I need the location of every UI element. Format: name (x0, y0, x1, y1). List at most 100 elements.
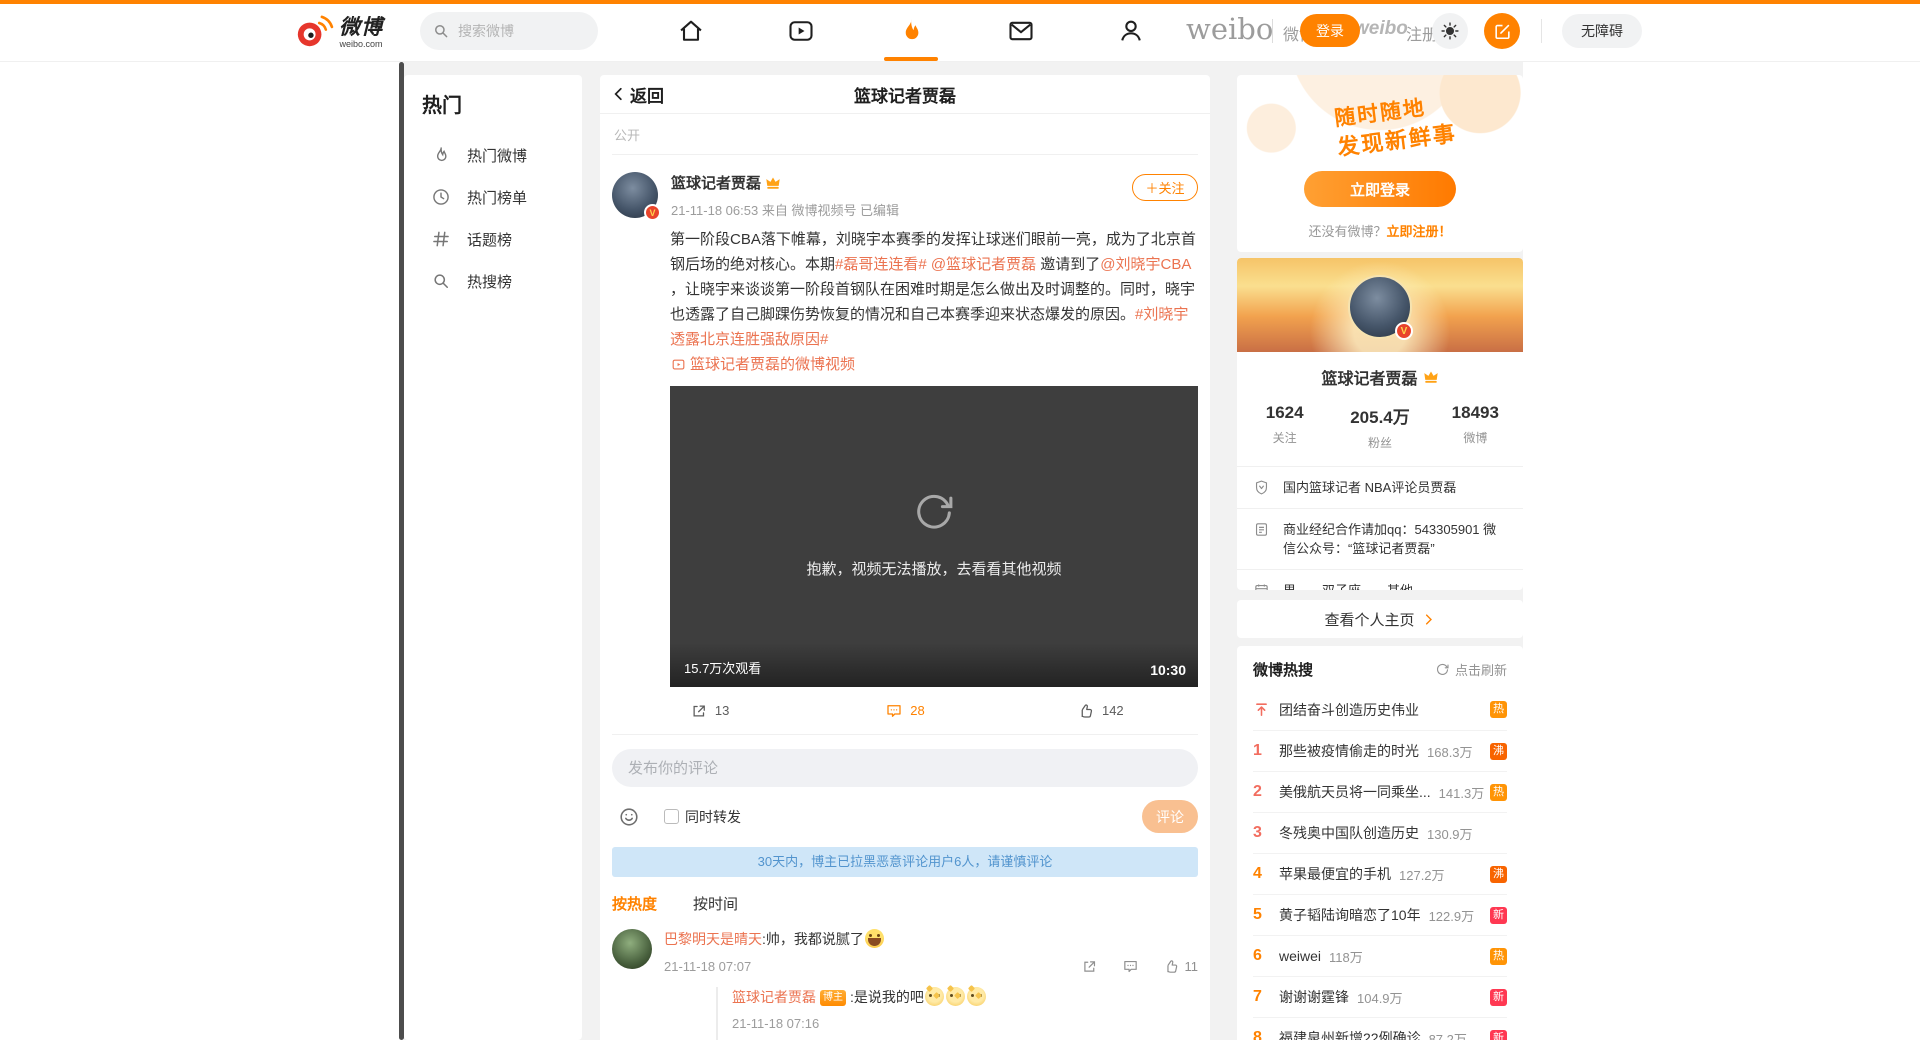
comment-icon[interactable] (1122, 958, 1139, 975)
theme-toggle[interactable] (1432, 13, 1468, 49)
hot-search-item-8[interactable]: 8福建泉州新增22例确诊87.2万新 (1253, 1017, 1507, 1040)
verified-badge-icon: V (644, 204, 661, 221)
video-link[interactable]: 篮球记者贾磊的微博视频 (670, 352, 855, 377)
verified-description: 国内篮球记者 NBA评论员贾磊 (1283, 478, 1456, 497)
hot-search-item-3[interactable]: 3冬残奥中国队创造历史 130.9万 (1253, 812, 1507, 853)
sidebar-item-2[interactable]: 热门榜单 (422, 176, 582, 218)
op-badge: 博主 (820, 990, 846, 1006)
bio-row: 商业经纪合作请加qq：543305901 微信公众号：“篮球记者贾磊” (1237, 509, 1523, 570)
post-header: V 篮球记者贾磊 21-11-18 06:53 来自 微博视频号 已编辑 ＋关注 (612, 172, 1198, 219)
repost-checkbox[interactable] (664, 809, 679, 824)
comment-like-button[interactable]: 11 (1163, 958, 1199, 975)
post-meta: 21-11-18 06:53 来自 微博视频号 已编辑 (671, 200, 1132, 219)
video-icon[interactable] (787, 17, 815, 45)
stat-posts[interactable]: 18493微博 (1428, 403, 1523, 451)
emoji-doge-icon (946, 987, 965, 1006)
profile-icon[interactable] (1117, 17, 1145, 45)
hot-search-item-6[interactable]: 6weiwei118万热 (1253, 935, 1507, 976)
hot-topic-label: 苹果最便宜的手机 (1279, 864, 1391, 884)
emoji-doge-icon (967, 987, 986, 1006)
follow-button[interactable]: ＋关注 (1132, 174, 1198, 201)
hot-topic-label: 冬残奥中国队创造历史 (1279, 823, 1419, 843)
messages-icon[interactable] (1007, 17, 1035, 45)
tab-sort-by-time[interactable]: 按时间 (693, 893, 738, 914)
commenter-link[interactable]: 篮球记者贾磊 (732, 989, 816, 1005)
hot-flame-icon[interactable] (897, 17, 925, 45)
view-profile-button[interactable]: 查看个人主页 (1237, 600, 1523, 638)
sun-icon (1440, 21, 1460, 41)
sidebar-item-1[interactable]: 热门微博 (422, 134, 582, 176)
hot-search-item-5[interactable]: 5黄子韬陆询暗恋了10年122.9万新 (1253, 894, 1507, 935)
tab-sort-by-hot[interactable]: 按热度 (612, 893, 657, 914)
search-bar[interactable] (420, 12, 598, 50)
video-duration: 10:30 (1150, 662, 1186, 678)
scrollbar[interactable] (399, 62, 404, 1040)
compose-button[interactable] (1484, 13, 1520, 49)
hot-topic-count: 104.9万 (1357, 988, 1403, 1007)
hot-topic-label: 谢谢谢霆锋 (1279, 987, 1349, 1007)
weibo-wordmark: weibo (1186, 12, 1273, 46)
stat-following[interactable]: 1624关注 (1237, 403, 1332, 451)
refresh-label: 点击刷新 (1455, 660, 1507, 679)
search-input[interactable] (458, 23, 578, 39)
comment-input[interactable] (612, 749, 1198, 787)
verified-info-row: 国内篮球记者 NBA评论员贾磊 (1237, 467, 1523, 509)
repost-label: 同时转发 (685, 807, 741, 827)
author-name[interactable]: 篮球记者贾磊 (671, 172, 761, 193)
share-icon[interactable] (1081, 958, 1098, 975)
clock-icon (422, 187, 451, 207)
sidebar-item-3[interactable]: 话题榜 (422, 218, 582, 260)
search-icon (432, 22, 450, 40)
reply-item: 篮球记者贾磊博主:是说我的吧21-11-18 07:16 (732, 987, 1198, 1031)
refresh-button[interactable]: 点击刷新 (1435, 660, 1507, 679)
hot-search-item-2[interactable]: 2美俄航天员将一同乘坐...141.3万热 (1253, 771, 1507, 812)
like-button[interactable]: 142 (1003, 702, 1198, 720)
visibility-label: 公开 (612, 114, 1198, 155)
hot-topic-count: 127.2万 (1399, 865, 1445, 884)
post-detail-card: 篮球记者贾磊 返回 公开 V 篮球记者贾磊 21-11-18 06:53 来自 … (600, 75, 1210, 1040)
accessibility-button[interactable]: 无障碍 (1562, 14, 1642, 48)
share-button[interactable]: 13 (612, 702, 807, 720)
hot-search-item-7[interactable]: 7谢谢谢霆锋104.9万新 (1253, 976, 1507, 1017)
hot-topic-count: 130.9万 (1427, 824, 1473, 843)
login-button[interactable]: 登录 (1300, 14, 1360, 47)
emoji-picker-icon[interactable] (618, 806, 640, 828)
mention-link[interactable]: @刘晓宇CBA (1100, 256, 1190, 273)
comment-list: 巴黎明天是晴天:帅，我都说腻了21-11-18 07:0711篮球记者贾磊博主:… (600, 914, 1210, 1040)
video-player[interactable]: 抱歉，视频无法播放，去看看其他视频 15.7万次观看 10:30 (670, 386, 1198, 687)
comment-icon (885, 702, 903, 720)
post-author-info: 篮球记者贾磊 21-11-18 06:53 来自 微博视频号 已编辑 (671, 172, 1132, 219)
login-now-button[interactable]: 立即登录 (1304, 171, 1456, 207)
hashtag-link[interactable]: #磊哥连连看# (835, 256, 927, 273)
reply-thread: 篮球记者贾磊博主:是说我的吧21-11-18 07:16巴黎明天是晴天:回复@篮… (716, 987, 1198, 1040)
register-now-link[interactable]: 立即注册！ (1387, 224, 1452, 239)
comment-like-count: 11 (1185, 959, 1199, 974)
profile-avatar[interactable]: V (1348, 275, 1412, 339)
hot-badge: 沸 (1490, 866, 1507, 883)
weibo-logo-text: 微博 weibo.com (339, 11, 383, 49)
stat-followers[interactable]: 205.4万粉丝 (1332, 403, 1427, 451)
mention-link[interactable]: @篮球记者贾磊 (931, 256, 1036, 273)
back-button[interactable]: 返回 (610, 82, 664, 107)
sidebar-item-4[interactable]: 热搜榜 (422, 260, 582, 302)
weibo-logo[interactable]: 微博 weibo.com (293, 10, 383, 50)
commenter-link[interactable]: 巴黎明天是晴天 (664, 931, 762, 947)
register-hint: 还没有微博？ (1308, 224, 1386, 239)
sidebar-item-label: 热搜榜 (467, 271, 512, 292)
tag-zodiac: 双子座 (1322, 583, 1361, 590)
compose-icon (1493, 22, 1512, 41)
hot-rank: 3 (1253, 824, 1279, 842)
profile-name[interactable]: 篮球记者贾磊 (1321, 365, 1417, 389)
submit-comment-button[interactable]: 评论 (1142, 800, 1198, 833)
home-icon[interactable] (677, 17, 705, 45)
comment-button[interactable]: 28 (807, 702, 1002, 720)
hot-topic-count: 122.9万 (1429, 906, 1475, 925)
hot-search-item-4[interactable]: 4苹果最便宜的手机 127.2万 沸 (1253, 853, 1507, 894)
commenter-avatar[interactable] (612, 929, 652, 969)
hot-search-item-pinned[interactable]: 团结奋斗创造历史伟业热 (1253, 689, 1507, 730)
hot-topic-count: 118万 (1329, 947, 1363, 966)
hot-search-item-1[interactable]: 1那些被疫情偷走的时光168.3万沸 (1253, 730, 1507, 771)
author-avatar[interactable]: V (612, 172, 658, 218)
reload-icon[interactable] (911, 489, 957, 535)
hot-rank: 4 (1253, 865, 1279, 883)
